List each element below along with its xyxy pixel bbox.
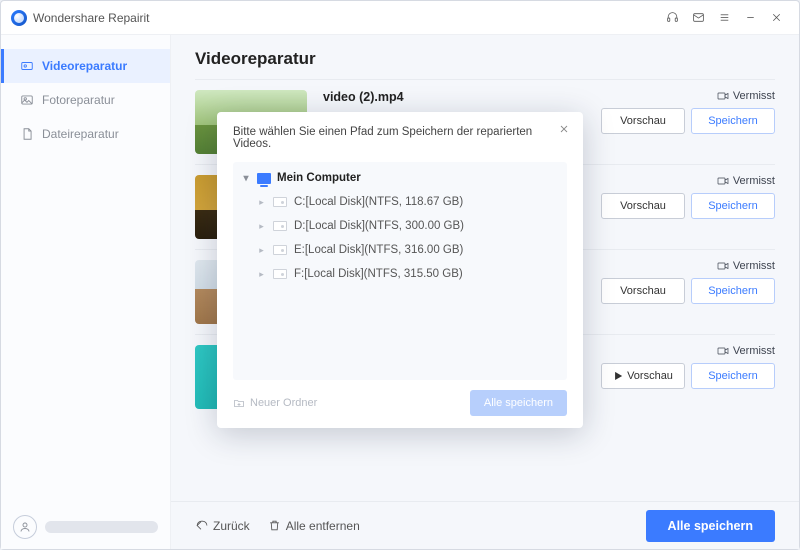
- chevron-down-icon: ▾: [241, 173, 251, 184]
- computer-icon: [257, 173, 271, 184]
- drive-label: D:[Local Disk](NTFS, 300.00 GB): [294, 220, 464, 232]
- drive-item[interactable]: ▸ D:[Local Disk](NTFS, 300.00 GB): [241, 214, 559, 238]
- video-filename: video (2).mp4: [323, 90, 583, 104]
- photo-icon: [20, 93, 34, 107]
- save-all-button[interactable]: Alle speichern: [646, 510, 775, 542]
- drive-item[interactable]: ▸ E:[Local Disk](NTFS, 316.00 GB): [241, 238, 559, 262]
- sidebar-item-label: Videoreparatur: [42, 59, 127, 73]
- play-icon: [613, 371, 623, 381]
- chevron-right-icon: ▸: [257, 269, 266, 280]
- new-folder-button[interactable]: Neuer Ordner: [233, 397, 317, 409]
- drive-icon: [273, 245, 287, 255]
- camera-missing-icon: [717, 176, 729, 186]
- support-icon[interactable]: [659, 5, 685, 31]
- sidebar-item-photo-repair[interactable]: Fotoreparatur: [1, 83, 170, 117]
- chevron-right-icon: ▸: [257, 221, 266, 232]
- back-icon: [195, 519, 208, 532]
- sidebar-item-label: Fotoreparatur: [42, 93, 115, 107]
- drive-label: C:[Local Disk](NTFS, 118.67 GB): [294, 196, 463, 208]
- save-path-dialog: Bitte wählen Sie einen Pfad zum Speicher…: [217, 112, 583, 428]
- dialog-save-all-button[interactable]: Alle speichern: [470, 390, 567, 416]
- app-name: Wondershare Repairit: [33, 11, 150, 25]
- preview-button[interactable]: Vorschau: [601, 108, 685, 134]
- save-button[interactable]: Speichern: [691, 193, 775, 219]
- menu-icon[interactable]: [711, 5, 737, 31]
- status-badge: Vermisst: [717, 90, 775, 102]
- trash-icon: [268, 519, 281, 532]
- app-logo-icon: [11, 10, 27, 26]
- status-badge: Vermisst: [717, 175, 775, 187]
- camera-missing-icon: [717, 91, 729, 101]
- drive-icon: [273, 197, 287, 207]
- new-folder-icon: [233, 397, 245, 409]
- chevron-right-icon: ▸: [257, 245, 266, 256]
- drive-item[interactable]: ▸ F:[Local Disk](NTFS, 315.50 GB): [241, 262, 559, 286]
- preview-button[interactable]: Vorschau: [601, 193, 685, 219]
- close-icon[interactable]: [763, 5, 789, 31]
- save-button[interactable]: Speichern: [691, 108, 775, 134]
- sidebar-item-file-repair[interactable]: Dateireparatur: [1, 117, 170, 151]
- preview-button[interactable]: Vorschau: [601, 363, 685, 389]
- folder-tree: ▾ Mein Computer ▸ C:[Local Disk](NTFS, 1…: [233, 162, 567, 380]
- drive-label: E:[Local Disk](NTFS, 316.00 GB): [294, 244, 463, 256]
- minimize-icon[interactable]: [737, 5, 763, 31]
- status-badge: Vermisst: [717, 260, 775, 272]
- avatar: [13, 515, 37, 539]
- video-icon: [20, 59, 34, 73]
- username-placeholder: [45, 521, 158, 533]
- titlebar: Wondershare Repairit: [1, 1, 799, 35]
- back-button[interactable]: Zurück: [195, 519, 250, 533]
- drive-label: F:[Local Disk](NTFS, 315.50 GB): [294, 268, 463, 280]
- sidebar: Videoreparatur Fotoreparatur Dateirepara…: [1, 35, 171, 549]
- chevron-right-icon: ▸: [257, 197, 266, 208]
- sidebar-item-label: Dateireparatur: [42, 127, 119, 141]
- preview-button[interactable]: Vorschau: [601, 278, 685, 304]
- dialog-prompt: Bitte wählen Sie einen Pfad zum Speicher…: [233, 126, 567, 150]
- footer: Zurück Alle entfernen Alle speichern: [171, 501, 799, 549]
- drive-icon: [273, 269, 287, 279]
- sidebar-item-video-repair[interactable]: Videoreparatur: [1, 49, 170, 83]
- remove-all-button[interactable]: Alle entfernen: [268, 519, 360, 533]
- sidebar-user[interactable]: [1, 505, 170, 549]
- page-title: Videoreparatur: [195, 49, 775, 69]
- page-header: Videoreparatur: [171, 35, 799, 79]
- status-badge: Vermisst: [717, 345, 775, 357]
- drive-icon: [273, 221, 287, 231]
- camera-missing-icon: [717, 261, 729, 271]
- drive-item[interactable]: ▸ C:[Local Disk](NTFS, 118.67 GB): [241, 190, 559, 214]
- save-button[interactable]: Speichern: [691, 278, 775, 304]
- file-icon: [20, 127, 34, 141]
- tree-root-my-computer[interactable]: ▾ Mein Computer: [241, 172, 559, 184]
- mail-icon[interactable]: [685, 5, 711, 31]
- camera-missing-icon: [717, 346, 729, 356]
- dialog-close-button[interactable]: [555, 120, 573, 138]
- save-button[interactable]: Speichern: [691, 363, 775, 389]
